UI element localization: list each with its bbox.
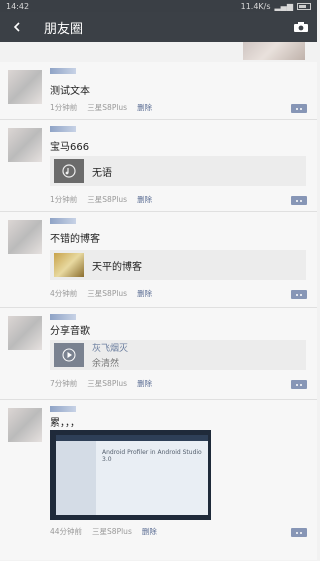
nickname[interactable] [50,218,76,224]
comment-button[interactable] [291,380,307,389]
comment-button[interactable] [291,196,307,205]
post-item: 累，，， Android Profiler in Android Studio … [0,400,317,560]
post-item: 分享音歌 灰飞烟灭 余清然 7分钟前 三星S8Plus 删除 [0,308,317,400]
post-meta: 1分钟前 三星S8Plus 删除 [50,194,152,205]
delete-link[interactable]: 删除 [142,526,157,537]
music-note-icon [62,164,76,178]
link-thumbnail [54,159,84,183]
play-icon [62,348,76,362]
network-speed: 11.4K/s [240,1,271,11]
post-device: 三星S8Plus [92,527,132,536]
link-thumbnail [54,343,84,367]
avatar[interactable] [8,128,42,162]
post-time: 4分钟前 [50,289,78,298]
post-device: 三星S8Plus [87,289,128,298]
signal-icon: ▂▄▆ [274,1,293,11]
post-item: 测试文本 1分钟前 三星S8Plus 删除 [0,62,317,120]
shared-link-card[interactable]: 无语 [50,156,306,186]
delete-link[interactable]: 删除 [137,288,152,299]
link-thumbnail [54,253,84,277]
post-time: 7分钟前 [50,379,78,388]
post-time: 44分钟前 [50,527,83,536]
post-meta: 4分钟前 三星S8Plus 删除 [50,288,152,299]
delete-link[interactable]: 删除 [137,102,152,113]
post-text: 测试文本 [50,86,90,97]
comment-button[interactable] [291,104,307,113]
camera-icon [294,22,308,32]
back-arrow-icon [13,22,20,32]
post-meta: 7分钟前 三星S8Plus 删除 [50,378,152,389]
share-title: 天平的博客 [92,261,142,273]
nickname[interactable] [50,314,76,320]
post-meta: 1分钟前 三星S8Plus 删除 [50,102,152,113]
post-device: 三星S8Plus [87,103,128,112]
shared-music-card[interactable]: 灰飞烟灭 余清然 [50,340,306,370]
cover-photo[interactable] [243,42,305,60]
post-text: 分享音歌 [50,326,90,337]
shared-link-card[interactable]: 天平的博客 [50,250,306,280]
delete-link[interactable]: 删除 [137,194,152,205]
comment-button[interactable] [291,290,307,299]
post-device: 三星S8Plus [87,379,128,388]
back-button[interactable] [0,12,34,42]
avatar[interactable] [8,70,42,104]
post-time: 1分钟前 [50,103,78,112]
comment-button[interactable] [291,528,307,537]
delete-link[interactable]: 删除 [137,378,152,389]
status-time: 14:42 [6,1,30,11]
avatar[interactable] [8,316,42,350]
photo-caption: Android Profiler in Android Studio 3.0 [102,449,202,463]
page-title: 朋友圈 [44,21,84,37]
camera-button[interactable] [285,12,317,42]
post-time: 1分钟前 [50,195,78,204]
post-text: 累，，， [50,418,80,429]
battery-icon [297,2,311,10]
post-text: 不错的博客 [50,234,100,245]
post-photo[interactable]: Android Profiler in Android Studio 3.0 [50,430,211,520]
status-bar: 14:42 11.4K/s ▂▄▆ [0,0,317,12]
nickname[interactable] [50,126,76,132]
photo-sidebar [56,441,96,515]
post-item: 宝马666 无语 1分钟前 三星S8Plus 删除 [0,120,317,212]
post-device: 三星S8Plus [87,195,128,204]
avatar[interactable] [8,220,42,254]
share-title: 灰飞烟灭 [92,344,129,354]
share-subtitle: 余清然 [92,359,120,369]
nickname[interactable] [50,68,76,74]
avatar[interactable] [8,408,42,442]
post-item: 不错的博客 天平的博客 4分钟前 三星S8Plus 删除 [0,212,317,308]
post-text: 宝马666 [50,142,90,153]
share-title: 无语 [92,167,112,179]
post-meta: 44分钟前 三星S8Plus 删除 [50,526,157,537]
nickname[interactable] [50,406,76,412]
moments-feed: 测试文本 1分钟前 三星S8Plus 删除 宝马666 无语 1分钟前 三星S8… [0,62,317,560]
photo-screen: Android Profiler in Android Studio 3.0 [56,435,208,515]
title-bar: 朋友圈 [0,12,317,42]
